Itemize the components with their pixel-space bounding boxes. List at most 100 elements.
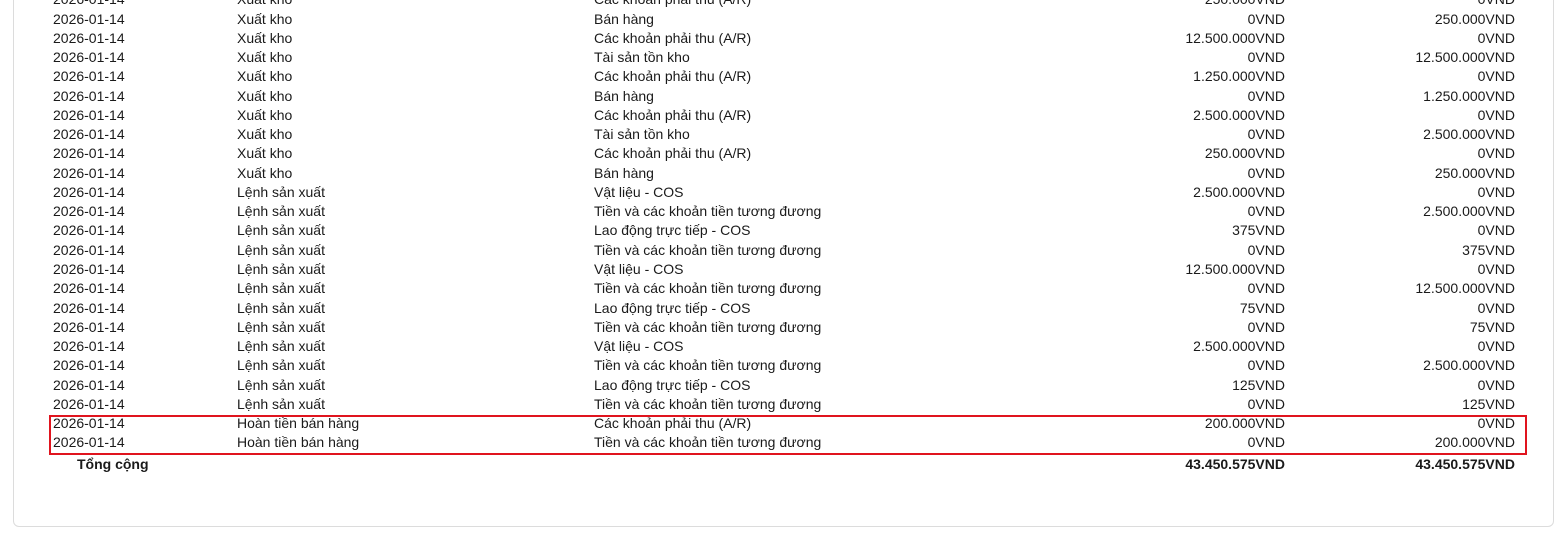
entry-date: 2026-01-14 [53,145,125,161]
entry-credit: 2.500.000VND [1423,203,1515,219]
entry-account: Tài sản tồn kho [594,126,690,142]
table-row: 2026-01-14 Xuất kho Các khoản phải thu (… [14,106,1553,125]
entry-account: Bán hàng [594,165,654,181]
total-credit: 43.450.575VND [1415,456,1515,472]
entry-credit: 2.500.000VND [1423,357,1515,373]
entry-type: Xuất kho [237,88,293,104]
entry-credit: 12.500.000VND [1415,280,1515,296]
entry-credit: 0VND [1477,222,1515,238]
table-row: 2026-01-14 Lệnh sản xuất Lao động trực t… [14,299,1553,318]
entry-credit: 75VND [1469,319,1515,335]
entry-type: Lệnh sản xuất [237,280,325,296]
table-row: 2026-01-14 Lệnh sản xuất Tiền và các kho… [14,241,1553,260]
entry-date: 2026-01-14 [53,30,125,46]
entry-date: 2026-01-14 [53,434,125,450]
entry-credit: 2.500.000VND [1423,126,1515,142]
table-row: 2026-01-14 Lệnh sản xuất Lao động trực t… [14,376,1553,395]
entry-credit: 200.000VND [1434,434,1515,450]
entry-account: Các khoản phải thu (A/R) [594,0,751,9]
entry-type: Xuất kho [237,107,293,123]
entry-debit: 12.500.000VND [1185,30,1285,46]
entry-account: Các khoản phải thu (A/R) [594,415,752,431]
entry-credit: 0VND [1477,338,1515,354]
entry-credit: 250.000VND [1434,165,1515,181]
entry-debit: 2.500.000VND [1193,338,1285,354]
entry-account: Lao động trực tiếp - COS [594,222,751,238]
total-debit: 43.450.575VND [1185,456,1285,472]
journal-report-card: 2026-01-14 Xuất kho Các khoản phải thu (… [13,0,1554,527]
entry-type: Xuất kho [237,11,293,27]
entry-type: Lệnh sản xuất [237,203,325,219]
table-row: 2026-01-14 Lệnh sản xuất Tiền và các kho… [14,395,1553,414]
table-row: 2026-01-14 Lệnh sản xuất Lao động trực t… [14,221,1553,240]
entry-account: Các khoản phải thu (A/R) [594,30,752,46]
entry-account: Tiền và các khoản tiền tương đương [594,357,822,373]
entry-type: Lệnh sản xuất [237,396,325,412]
table-row: 2026-01-14 Xuất kho Bán hàng 0VND 1.250.… [14,87,1553,106]
table-row: 2026-01-14 Lệnh sản xuất Vật liệu - COS … [14,260,1553,279]
entry-type: Xuất kho [237,49,293,65]
entry-type: Xuất kho [237,68,293,84]
entry-date: 2026-01-14 [53,377,125,393]
entry-account: Tiền và các khoản tiền tương đương [594,280,822,296]
entry-debit: 12.500.000VND [1185,261,1285,277]
entry-type: Lệnh sản xuất [237,338,325,354]
table-row-refund: 2026-01-14 Hoàn tiền bán hàng Tiền và cá… [14,433,1553,452]
entry-credit: 0VND [1477,68,1515,84]
entry-credit: 12.500.000VND [1415,49,1515,65]
entry-account: Vật liệu - COS [594,338,684,354]
entry-date: 2026-01-14 [53,88,125,104]
entry-account: Lao động trực tiếp - COS [594,300,751,316]
entry-type: Hoàn tiền bán hàng [237,434,360,450]
entry-credit: 0VND [1477,377,1515,393]
entry-type: Lệnh sản xuất [237,261,325,277]
entry-account: Tiền và các khoản tiền tương đương [594,396,822,412]
table-row: 2026-01-14 Lệnh sản xuất Vật liệu - COS … [14,183,1553,202]
entry-debit: 250.000VND [1205,0,1285,9]
entry-credit: 0VND [1477,261,1515,277]
table-row: 2026-01-14 Lệnh sản xuất Tiền và các kho… [14,279,1553,298]
entry-date: 2026-01-14 [53,261,125,277]
entry-date: 2026-01-14 [53,415,125,431]
total-row: Tổng cộng 43.450.575VND 43.450.575VND [14,455,1553,474]
table-row: 2026-01-14 Xuất kho Bán hàng 0VND 250.00… [14,10,1553,29]
entry-account: Bán hàng [594,88,654,104]
entry-date: 2026-01-14 [53,203,125,219]
entry-debit: 0VND [1247,126,1285,142]
table-row-refund: 2026-01-14 Hoàn tiền bán hàng Các khoản … [14,414,1553,433]
entry-date: 2026-01-14 [53,222,125,238]
entry-account: Tiền và các khoản tiền tương đương [594,319,822,335]
entry-credit: 375VND [1462,242,1515,258]
entry-type: Hoàn tiền bán hàng [237,415,360,431]
table-row: 2026-01-14 Xuất kho Các khoản phải thu (… [14,0,1553,9]
entry-credit: 0VND [1477,30,1515,46]
entry-debit: 0VND [1247,280,1285,296]
entry-account: Các khoản phải thu (A/R) [594,145,752,161]
entry-debit: 0VND [1247,165,1285,181]
entry-credit: 250.000VND [1434,11,1515,27]
entry-debit: 200.000VND [1204,415,1285,431]
entry-debit: 0VND [1247,396,1285,412]
entry-date: 2026-01-14 [53,300,125,316]
table-row: 2026-01-14 Lệnh sản xuất Tiền và các kho… [14,318,1553,337]
entry-date: 2026-01-14 [53,49,125,65]
entry-debit: 0VND [1247,49,1285,65]
entry-type: Xuất kho [237,126,293,142]
entry-date: 2026-01-14 [53,165,125,181]
entry-date: 2026-01-14 [53,280,125,296]
entry-credit: 1.250.000VND [1423,88,1515,104]
entry-debit: 1.250.000VND [1193,68,1285,84]
entry-debit: 0VND [1247,434,1285,450]
entry-type: Xuất kho [237,0,292,9]
entry-credit: 0VND [1478,0,1515,9]
entry-account: Tài sản tồn kho [594,49,690,65]
entry-date: 2026-01-14 [53,126,125,142]
total-label: Tổng cộng [77,456,149,472]
entry-credit: 0VND [1477,145,1515,161]
entry-date: 2026-01-14 [53,11,125,27]
entry-credit: 0VND [1477,184,1515,200]
entry-debit: 0VND [1247,203,1285,219]
table-row: 2026-01-14 Lệnh sản xuất Tiền và các kho… [14,202,1553,221]
entry-account: Lao động trực tiếp - COS [594,377,751,393]
entry-type: Lệnh sản xuất [237,184,325,200]
